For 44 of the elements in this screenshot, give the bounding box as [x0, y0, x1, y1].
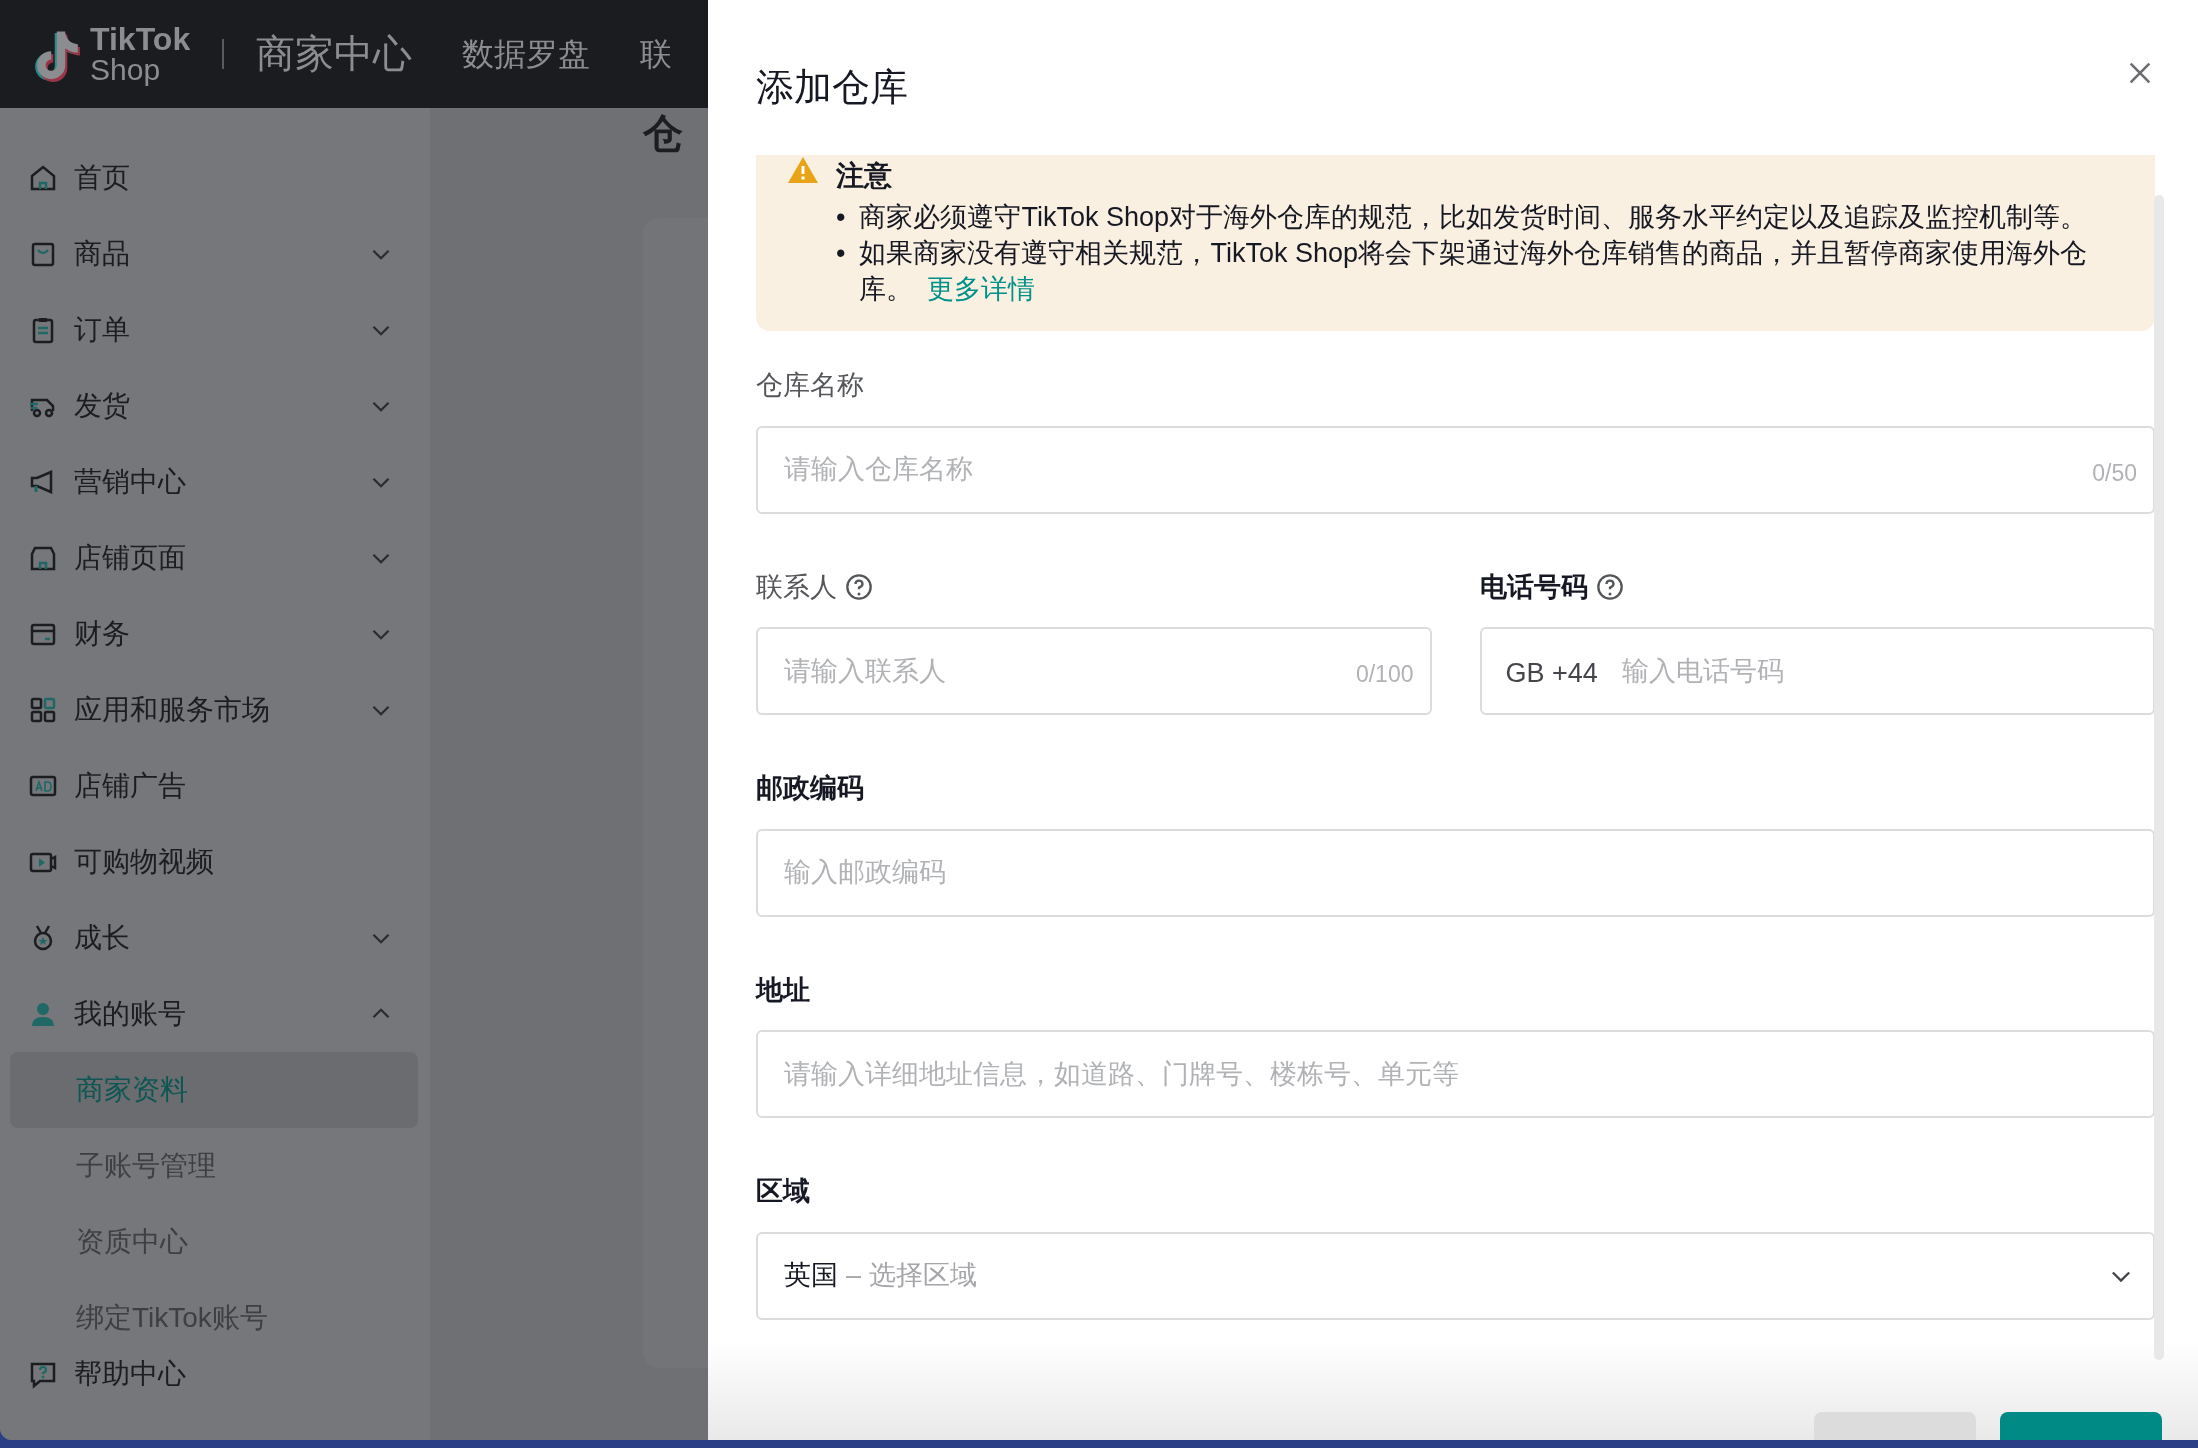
field-label: 邮政编码	[756, 772, 864, 805]
logo-text: Shop	[90, 55, 162, 85]
sidebar-item[interactable]: 应用和服务市场	[0, 672, 430, 748]
field-label: 仓库名称	[756, 369, 864, 402]
sidebar-item[interactable]: 店铺广告	[0, 748, 430, 824]
field-label: 地址	[756, 973, 810, 1007]
country-code[interactable]: GB +44	[1505, 653, 1598, 694]
logo-text: TikTok	[90, 23, 191, 55]
input-field[interactable]: 请输入详细地址信息，如道路、门牌号、楼栋号、单元等	[756, 1030, 2155, 1118]
sidebar-item[interactable]: 订单	[0, 292, 430, 368]
drawer-title: 添加仓库	[756, 65, 908, 110]
sidebar-item[interactable]: 可购物视频	[0, 824, 430, 900]
field-label: 电话号码	[1479, 570, 1588, 604]
sidebar-item[interactable]: 发货	[0, 368, 430, 444]
sidebar-item[interactable]: 成长	[0, 900, 430, 976]
field-label: 联系人	[756, 570, 837, 604]
warning-icon	[786, 155, 820, 185]
field-label: 区域	[756, 1175, 810, 1208]
grid-icon	[28, 695, 58, 725]
help-icon[interactable]	[845, 572, 873, 601]
sidebar-item[interactable]: 营销中心	[0, 444, 430, 520]
notice-text: 商家必须遵守TikTok Shop对于海外仓库的规范，比如发货时间、服务水平约定以及追踪及监控机制等。	[859, 201, 2088, 234]
region-select[interactable]: 英国 – 选择区域	[756, 1231, 2155, 1320]
nav-link[interactable]: 数据罗盘	[462, 30, 591, 78]
input-field[interactable]: 输入邮政编码	[756, 828, 2155, 917]
more-details-link[interactable]: 更多详情	[927, 274, 1036, 304]
house-icon	[28, 163, 58, 193]
char-counter: 0/50	[2092, 458, 2137, 488]
page-title: 仓	[643, 113, 684, 153]
sidebar-item[interactable]: 我的账号	[0, 976, 430, 1052]
sidebar-subitem[interactable]: 资质中心	[10, 1204, 418, 1280]
notice-heading: 注意	[836, 159, 893, 193]
sidebar-item[interactable]: 财务	[0, 596, 430, 672]
char-counter: 0/100	[1355, 660, 1414, 689]
bullet-marker: •	[836, 237, 846, 270]
nav-link[interactable]: 联	[640, 30, 673, 78]
sidebar-item[interactable]: 商品	[0, 216, 430, 292]
bullet-marker: •	[836, 201, 846, 234]
sidebar-subitem[interactable]: 子账号管理	[10, 1128, 418, 1204]
header-title: 商家中心	[256, 30, 413, 77]
notice-text: 如果商家没有遵守相关规范，TikTok Shop将会下架通过海外仓库销售的商品，并且暂停商家使用海外仓库。 更多详情	[859, 237, 2089, 306]
help-icon[interactable]	[1595, 572, 1624, 601]
sidebar-item[interactable]: 首页	[0, 140, 430, 216]
sidebar-item[interactable]: 店铺页面	[0, 520, 430, 596]
